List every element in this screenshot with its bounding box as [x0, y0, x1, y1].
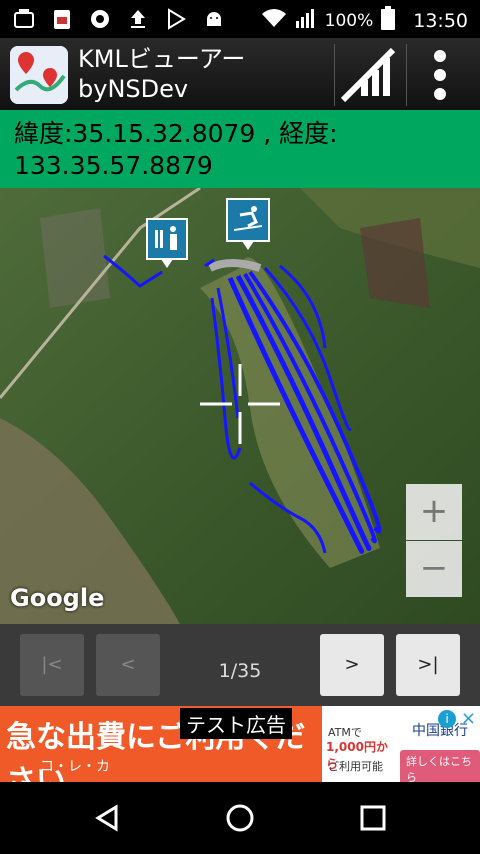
next-button[interactable]: > [320, 634, 384, 696]
home-icon[interactable] [225, 803, 255, 833]
no-signal-icon [340, 47, 396, 103]
prev-button[interactable]: < [96, 634, 160, 696]
play-store-icon [164, 7, 188, 31]
back-icon[interactable] [92, 803, 122, 833]
zoom-out-label: − [419, 548, 449, 588]
status-bar: 100% 13:50 [0, 0, 480, 38]
pdf-icon [50, 7, 74, 31]
next-label: > [344, 654, 360, 675]
page-counter: 1/35 [218, 660, 262, 682]
app-bar: KMLビューアー byNSDev [0, 38, 480, 110]
map-view[interactable]: + − Google [0, 188, 480, 624]
upload-icon [126, 7, 150, 31]
zoom-in-button[interactable]: + [406, 484, 462, 540]
app-logo-icon [10, 46, 68, 104]
app-title-line2: byNSDev [78, 75, 189, 103]
prev-label: < [120, 654, 136, 675]
ad-banner[interactable]: 急な出費にご利用ください コ・レ・カ ATMで 1,000円から ご利用可能 中… [0, 706, 480, 782]
ski-marker[interactable] [226, 198, 270, 252]
restroom-marker[interactable] [146, 218, 188, 270]
battery-icon [381, 6, 396, 35]
first-button[interactable]: |< [20, 634, 84, 696]
google-logo: Google [10, 584, 105, 612]
overflow-menu-icon [434, 50, 446, 100]
ad-info-icon[interactable]: i [438, 710, 456, 728]
zoom-out-button[interactable]: − [406, 541, 462, 597]
first-label: |< [41, 654, 63, 675]
signal-icon [295, 7, 317, 34]
system-nav-bar [0, 782, 480, 854]
battery-percent: 100% [324, 10, 374, 31]
restroom-icon [146, 218, 188, 268]
ad-test-label: テスト広告 [180, 708, 292, 739]
ad-close-icon[interactable]: × [461, 708, 476, 729]
notification-icon [12, 7, 36, 31]
ad-cta[interactable]: 詳しくはこちら [400, 750, 480, 782]
coordinates-panel: 緯度:35.15.32.8079 , 経度: 133.35.57.8879 [0, 110, 480, 188]
clock: 13:50 [413, 9, 468, 32]
android-icon [202, 7, 226, 31]
last-button[interactable]: >| [396, 634, 460, 696]
ad-usage: ご利用可能 [328, 760, 383, 773]
app-title-line1: KMLビューアー [78, 45, 246, 73]
crosshair-icon [200, 364, 280, 444]
ad-brand: コ・レ・カ [40, 759, 110, 775]
ad-atm-panel: ATMで 1,000円から ご利用可能 [322, 706, 392, 782]
ski-icon [226, 198, 270, 250]
track-controls: |< < 1/35 > >| [0, 624, 480, 706]
recents-icon[interactable] [358, 803, 388, 833]
wifi-icon [261, 7, 287, 34]
signal-toggle-button[interactable] [334, 44, 401, 106]
zoom-in-label: + [419, 491, 449, 531]
app-title: KMLビューアー byNSDev [78, 44, 245, 104]
last-label: >| [417, 654, 439, 675]
overflow-menu-button[interactable] [406, 44, 473, 106]
record-icon [88, 7, 112, 31]
coordinates-text: 緯度:35.15.32.8079 , 経度: 133.35.57.8879 [14, 119, 338, 180]
